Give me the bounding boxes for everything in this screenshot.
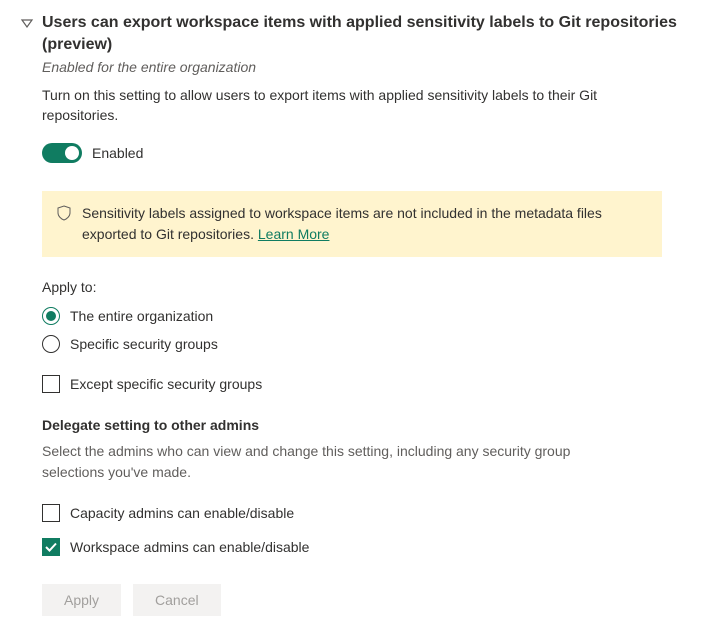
checkbox-except-groups[interactable]: Except specific security groups: [42, 375, 688, 393]
shield-icon: [56, 205, 72, 221]
cancel-button[interactable]: Cancel: [133, 584, 221, 616]
delegate-title: Delegate setting to other admins: [42, 417, 688, 433]
checkbox-workspace-admins[interactable]: Workspace admins can enable/disable: [42, 538, 688, 556]
checkbox-label: Capacity admins can enable/disable: [70, 505, 294, 521]
checkbox-icon: [42, 538, 60, 556]
setting-description: Turn on this setting to allow users to e…: [42, 85, 602, 126]
info-text: Sensitivity labels assigned to workspace…: [82, 205, 602, 242]
learn-more-link[interactable]: Learn More: [258, 226, 330, 242]
checkbox-icon: [42, 375, 60, 393]
toggle-label: Enabled: [92, 145, 143, 161]
setting-scope: Enabled for the entire organization: [42, 59, 688, 75]
checkbox-label: Except specific security groups: [70, 376, 262, 392]
info-banner: Sensitivity labels assigned to workspace…: [42, 191, 662, 257]
checkbox-label: Workspace admins can enable/disable: [70, 539, 309, 555]
radio-icon: [42, 335, 60, 353]
radio-specific-groups[interactable]: Specific security groups: [42, 335, 688, 353]
radio-entire-org[interactable]: The entire organization: [42, 307, 688, 325]
checkbox-capacity-admins[interactable]: Capacity admins can enable/disable: [42, 504, 688, 522]
apply-button[interactable]: Apply: [42, 584, 121, 616]
enabled-toggle[interactable]: [42, 143, 82, 163]
radio-icon: [42, 307, 60, 325]
checkbox-icon: [42, 504, 60, 522]
apply-to-label: Apply to:: [42, 279, 688, 295]
delegate-description: Select the admins who can view and chang…: [42, 441, 602, 482]
setting-title: Users can export workspace items with ap…: [42, 12, 688, 57]
radio-label: The entire organization: [70, 308, 213, 324]
radio-label: Specific security groups: [70, 336, 218, 352]
collapse-icon[interactable]: [20, 16, 34, 30]
